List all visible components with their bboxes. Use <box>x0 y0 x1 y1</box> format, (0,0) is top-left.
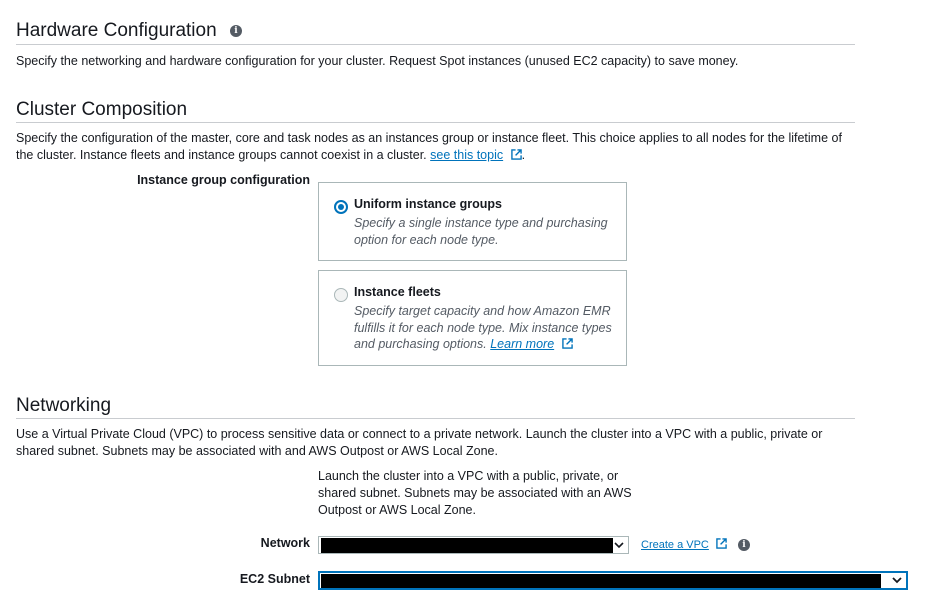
ec2-subnet-label: EC2 Subnet <box>239 572 310 586</box>
networking-helper-text: Launch the cluster into a VPC with a pub… <box>318 469 632 517</box>
redaction-block <box>321 538 613 553</box>
option-title: Instance fleets <box>354 285 441 299</box>
chevron-down-icon <box>892 577 902 584</box>
redaction-block <box>321 574 881 588</box>
option-title: Uniform instance groups <box>354 197 502 211</box>
divider <box>16 418 855 419</box>
divider <box>16 44 855 45</box>
chevron-down-icon <box>614 542 624 549</box>
instance-group-config-label: Instance group configuration <box>137 173 310 187</box>
option-description: Specify a single instance type and purch… <box>354 216 608 247</box>
info-icon[interactable]: i <box>738 539 750 552</box>
external-link-icon <box>716 538 727 549</box>
period-text: . <box>521 148 526 162</box>
option-description-wrap: Specify target capacity and how Amazon E… <box>354 303 619 353</box>
info-icon[interactable]: i <box>229 24 242 37</box>
ec2-subnet-select[interactable] <box>318 571 908 590</box>
network-select[interactable] <box>318 536 629 554</box>
instance-fleets-radio[interactable] <box>334 288 348 302</box>
cluster-section-title: Cluster Composition <box>16 99 188 120</box>
create-vpc-link[interactable]: Create a VPC <box>641 539 709 551</box>
divider <box>16 122 855 123</box>
uniform-instance-groups-radio[interactable] <box>334 200 348 214</box>
external-link-icon <box>561 338 573 349</box>
instance-fleets-option[interactable]: Instance fleets Specify target capacity … <box>318 270 627 366</box>
learn-more-link[interactable]: Learn more <box>490 337 554 351</box>
cluster-description-text: Specify the configuration of the master,… <box>16 131 842 162</box>
create-vpc-row: Create a VPC i <box>641 538 750 552</box>
networking-section-title: Networking <box>16 395 112 416</box>
see-this-topic-link[interactable]: see this topic <box>430 148 503 162</box>
option-description: Specify target capacity and how Amazon E… <box>354 304 612 351</box>
external-link-icon <box>510 149 522 160</box>
network-label: Network <box>260 536 310 550</box>
uniform-instance-groups-option[interactable]: Uniform instance groups Specify a single… <box>318 182 627 261</box>
networking-description: Use a Virtual Private Cloud (VPC) to pro… <box>16 427 823 458</box>
hardware-section-title: Hardware Configuration i <box>16 20 242 42</box>
hardware-description: Specify the networking and hardware conf… <box>16 54 739 68</box>
hardware-title-text: Hardware Configuration <box>16 20 217 41</box>
cluster-description: Specify the configuration of the master,… <box>16 130 856 164</box>
